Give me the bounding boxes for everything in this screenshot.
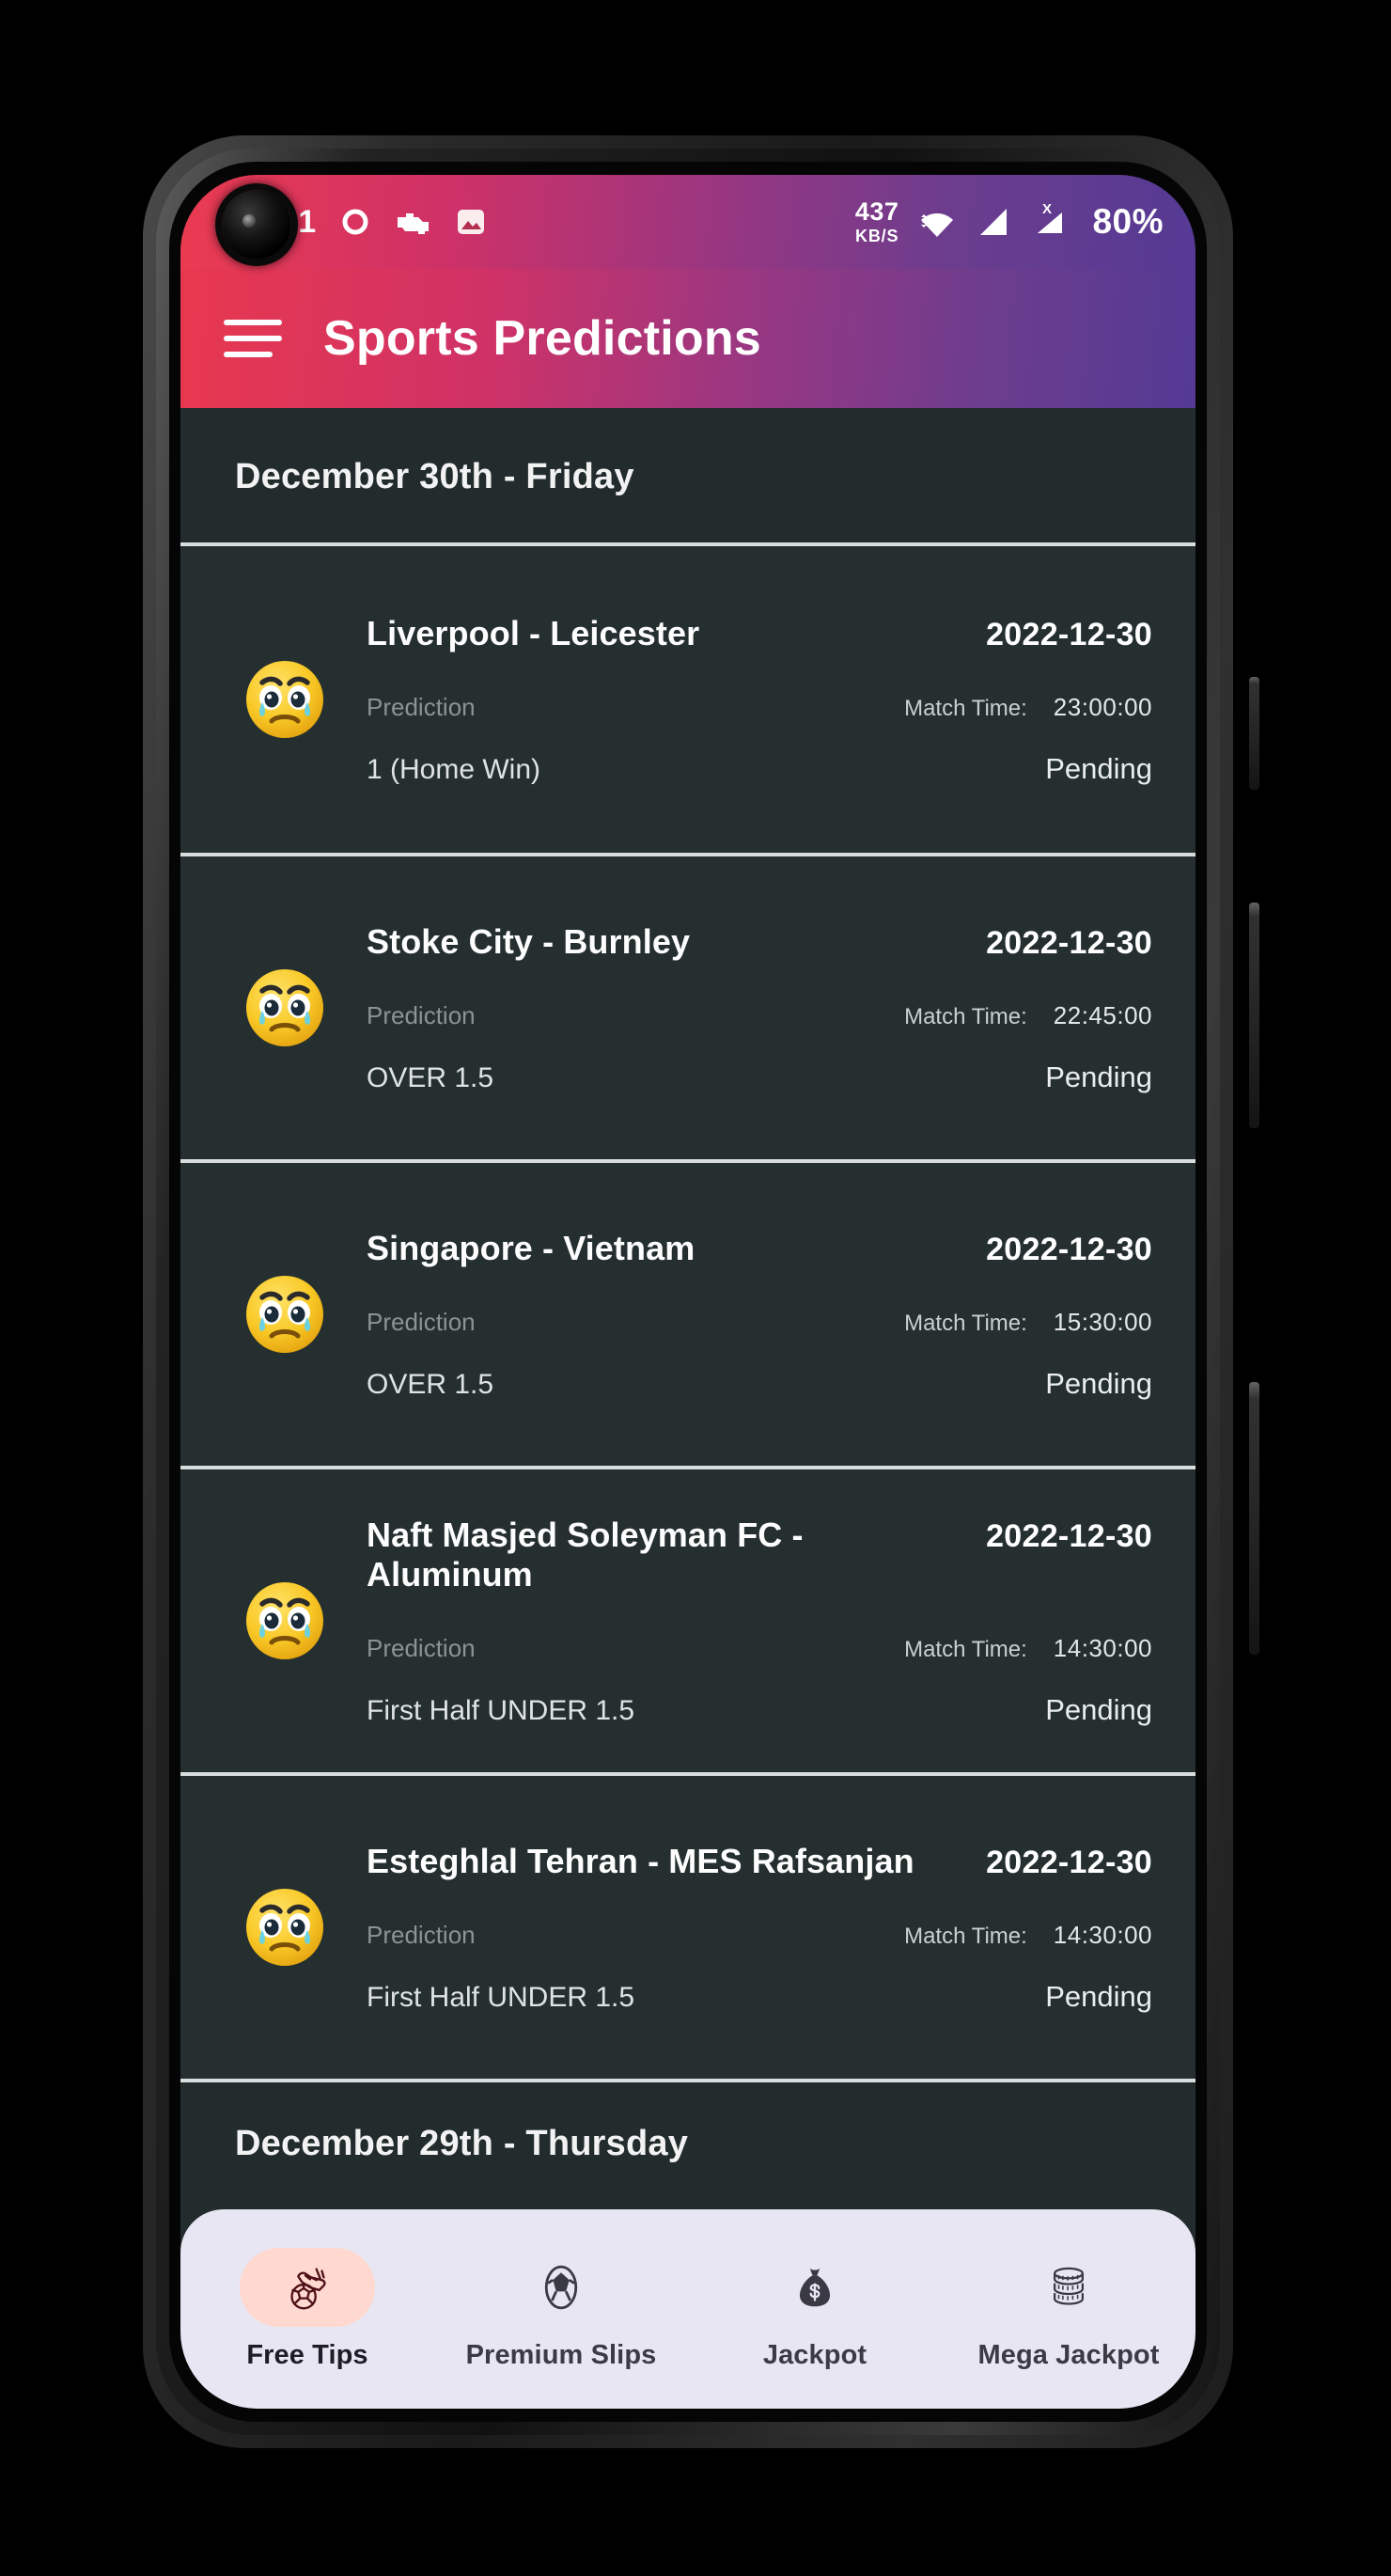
prediction-value: OVER 1.5	[367, 1368, 494, 1400]
page-title: Sports Predictions	[323, 311, 761, 366]
status-badge: Pending	[1045, 1060, 1152, 1093]
car-engine-icon	[394, 209, 431, 235]
match-list: Liverpool - Leicester 2022-12-30 Predict…	[180, 542, 1196, 2082]
date-section-header: December 30th - Friday	[235, 457, 634, 496]
table-row[interactable]: Liverpool - Leicester 2022-12-30 Predict…	[180, 546, 1196, 853]
match-time-label: Match Time:	[904, 1636, 1027, 1662]
match-teams: Singapore - Vietnam	[367, 1228, 696, 1267]
hamburger-line-3	[224, 352, 273, 357]
prediction-label: Prediction	[367, 1000, 476, 1029]
status-badge: Pending	[1045, 1979, 1152, 2013]
match-time-group: Match Time: 15:30:00	[904, 1308, 1152, 1337]
match-time-group: Match Time: 23:00:00	[904, 693, 1152, 722]
nav-item-free-tips[interactable]: Free Tips	[180, 2247, 434, 2371]
match-details: Liverpool - Leicester 2022-12-30 Predict…	[344, 614, 1152, 786]
device-side-button-top[interactable]	[1249, 677, 1259, 790]
network-speed-value: 437	[854, 197, 899, 226]
hamburger-line-1	[224, 320, 282, 325]
match-time-group: Match Time: 14:30:00	[904, 1634, 1152, 1663]
match-date: 2022-12-30	[986, 616, 1152, 652]
match-time-value: 22:45:00	[1053, 1000, 1152, 1029]
match-details: Singapore - Vietnam 2022-12-30 Predictio…	[344, 1229, 1152, 1401]
prediction-label: Prediction	[367, 1920, 476, 1949]
table-row[interactable]: Singapore - Vietnam 2022-12-30 Predictio…	[180, 1159, 1196, 1466]
match-teams: Stoke City - Burnley	[367, 921, 691, 961]
nav-label-mega-jackpot: Mega Jackpot	[977, 2339, 1160, 2370]
table-row[interactable]: Esteghlal Tehran - MES Rafsanjan 2022-12…	[180, 1772, 1196, 2079]
match-teams: Esteghlal Tehran - MES Rafsanjan	[367, 1841, 914, 1880]
status-bar: :41 437 KB/S X 80%	[180, 175, 1196, 269]
match-time-value: 23:00:00	[1053, 692, 1152, 721]
match-time-value: 14:30:00	[1053, 1920, 1152, 1949]
prediction-label: Prediction	[367, 692, 476, 721]
phone-screen: :41 437 KB/S X 80% Sports Predictions De…	[180, 175, 1196, 2409]
prediction-label: Prediction	[367, 1633, 476, 1662]
circle-icon	[341, 208, 369, 236]
match-date: 2022-12-30	[986, 1231, 1152, 1267]
match-time-label: Match Time:	[904, 695, 1027, 721]
status-bar-right-group: 437 KB/S X 80%	[854, 197, 1164, 245]
status-bar-left-group: :41	[216, 204, 855, 241]
screenshot-root: :41 437 KB/S X 80% Sports Predictions De…	[0, 0, 1391, 2576]
hamburger-line-2	[224, 336, 282, 341]
match-details: Naft Masjed Soleyman FC - Aluminum 2022-…	[344, 1516, 1152, 1727]
match-details: Esteghlal Tehran - MES Rafsanjan 2022-12…	[344, 1842, 1152, 2014]
nav-label-jackpot: Jackpot	[762, 2339, 867, 2370]
battery-percentage: 80%	[1092, 202, 1164, 241]
match-details: Stoke City - Burnley 2022-12-30 Predicti…	[344, 922, 1152, 1094]
crying-face-emoji	[226, 658, 344, 741]
match-time-label: Match Time:	[904, 1310, 1027, 1336]
match-time-value: 15:30:00	[1053, 1307, 1152, 1336]
signal-bars-no-service-icon: X	[1028, 201, 1070, 243]
match-time-group: Match Time: 14:30:00	[904, 1921, 1152, 1950]
wifi-icon	[915, 204, 959, 240]
match-date: 2022-12-30	[986, 924, 1152, 961]
bottom-navigation-bar: Free Tips Premium Slips Jackpot Mega Jac…	[180, 2209, 1196, 2409]
nav-item-premium-slips[interactable]: Premium Slips	[434, 2248, 688, 2371]
prediction-value: First Half UNDER 1.5	[367, 1694, 635, 1726]
crying-face-emoji	[226, 1886, 344, 1969]
status-badge: Pending	[1045, 1692, 1152, 1726]
nav-item-jackpot[interactable]: Jackpot	[688, 2248, 942, 2371]
app-bar: Sports Predictions	[180, 269, 1196, 408]
crying-face-emoji	[226, 966, 344, 1049]
prediction-value: 1 (Home Win)	[367, 753, 541, 785]
next-date-section-header: December 29th - Thursday	[235, 2124, 689, 2163]
nav-label-free-tips: Free Tips	[246, 2339, 368, 2370]
table-row[interactable]: Naft Masjed Soleyman FC - Aluminum 2022-…	[180, 1466, 1196, 1772]
hamburger-menu-icon[interactable]	[224, 320, 282, 357]
nav-item-mega-jackpot[interactable]: Mega Jackpot	[942, 2248, 1196, 2371]
crying-face-emoji	[226, 1273, 344, 1356]
soccer-ball-icon	[493, 2248, 629, 2327]
money-bag-icon	[747, 2248, 883, 2327]
prediction-value: OVER 1.5	[367, 1061, 494, 1093]
prediction-value: First Half UNDER 1.5	[367, 1981, 635, 2013]
match-time-group: Match Time: 22:45:00	[904, 1001, 1152, 1030]
main-content: December 30th - Friday Liverpool - Leice…	[180, 408, 1196, 2409]
match-teams: Naft Masjed Soleyman FC - Aluminum	[367, 1515, 804, 1594]
status-badge: Pending	[1045, 1366, 1152, 1400]
network-speed-unit: KB/S	[855, 227, 899, 245]
status-badge: Pending	[1045, 751, 1152, 785]
prediction-label: Prediction	[367, 1307, 476, 1336]
crying-face-emoji	[226, 1579, 344, 1662]
device-power-button[interactable]	[1249, 1382, 1259, 1655]
match-teams: Liverpool - Leicester	[367, 613, 700, 652]
coins-stack-icon	[1001, 2248, 1136, 2327]
table-row[interactable]: Stoke City - Burnley 2022-12-30 Predicti…	[180, 853, 1196, 1159]
network-speed-indicator: 437 KB/S	[854, 197, 899, 245]
device-volume-button[interactable]	[1249, 903, 1259, 1128]
match-date: 2022-12-30	[986, 1844, 1152, 1880]
signal-bars-icon	[976, 205, 1011, 239]
front-camera-cutout	[222, 190, 291, 259]
match-time-label: Match Time:	[904, 1003, 1027, 1029]
match-time-value: 14:30:00	[1053, 1633, 1152, 1662]
match-time-label: Match Time:	[904, 1923, 1027, 1949]
nav-label-premium-slips: Premium Slips	[465, 2339, 657, 2370]
soccer-boot-and-ball-icon	[240, 2247, 375, 2327]
match-date: 2022-12-30	[986, 1517, 1152, 1554]
svg-text:X: X	[1042, 201, 1052, 217]
image-icon	[456, 207, 486, 237]
